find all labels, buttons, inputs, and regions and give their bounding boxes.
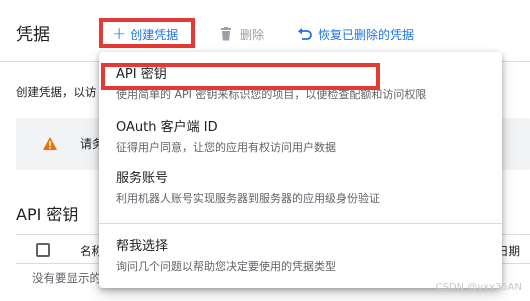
- menu-item-subtitle: 利用机器人账号实现服务器到服务器的应用级身份验证: [116, 192, 380, 205]
- page-description: 创建凭据，以访: [16, 85, 97, 99]
- menu-item-service-account[interactable]: 服务账号 利用机器人账号实现服务器到服务器的应用级身份验证: [99, 170, 502, 207]
- menu-item-title: 服务账号: [116, 171, 169, 186]
- empty-table-message: 没有要显示的: [32, 271, 101, 285]
- undo-icon: [296, 26, 312, 42]
- api-key-item-highlight: [101, 63, 380, 90]
- menu-item-title: 帮我选择: [116, 239, 169, 254]
- restore-deleted-button[interactable]: 恢复已删除的凭据: [296, 24, 414, 44]
- menu-item-title: OAuth 客户端 ID: [116, 120, 218, 135]
- watermark: CSDN @yxx35AN: [435, 282, 523, 293]
- select-all-checkbox[interactable]: [36, 243, 50, 257]
- restore-deleted-label: 恢复已删除的凭据: [318, 27, 415, 42]
- delete-button[interactable]: 删除: [218, 24, 264, 44]
- api-keys-section-title: API 密钥: [16, 205, 79, 224]
- create-button-highlight: [99, 18, 195, 48]
- trash-icon: [218, 26, 234, 42]
- menu-item-subtitle: 询问几个问题以帮助您决定要使用的凭据类型: [116, 260, 336, 273]
- warning-icon: [43, 135, 57, 154]
- menu-divider: [99, 223, 502, 224]
- menu-item-help-me-choose[interactable]: 帮我选择 询问几个问题以帮助您决定要使用的凭据类型: [99, 238, 502, 275]
- delete-label: 删除: [240, 27, 265, 42]
- menu-item-oauth-client-id[interactable]: OAuth 客户端 ID 征得用户同意，让您的应用有权访问用户数据: [99, 119, 502, 156]
- menu-item-subtitle: 征得用户同意，让您的应用有权访问用户数据: [116, 141, 336, 154]
- page-title: 凭据: [16, 25, 50, 45]
